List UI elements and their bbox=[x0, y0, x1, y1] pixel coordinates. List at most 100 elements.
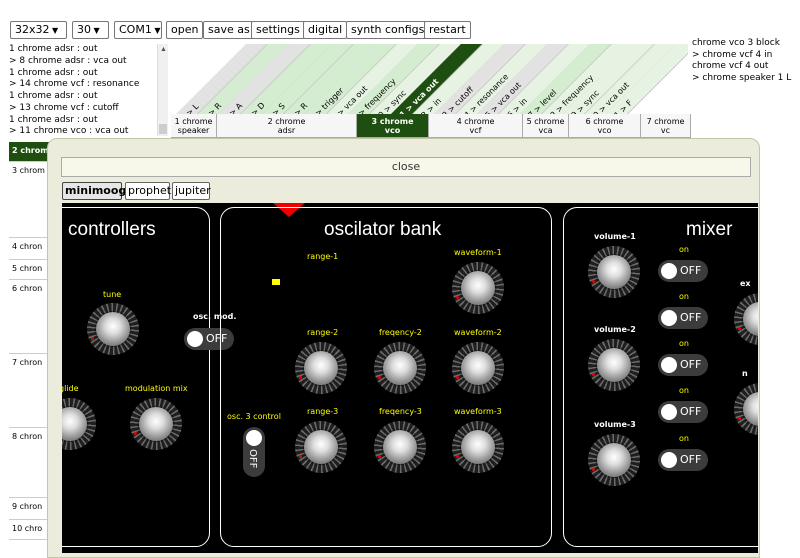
module-node[interactable]: 2 chrome adsr bbox=[217, 114, 357, 138]
save-as-button[interactable]: save as bbox=[203, 21, 255, 39]
waveform-1-knob[interactable] bbox=[452, 262, 504, 314]
port-select[interactable]: COM1 bbox=[114, 21, 162, 39]
log-line: 1 chrome adsr : out bbox=[9, 44, 98, 54]
module-row[interactable]: 4 chron bbox=[9, 238, 49, 260]
waveform-1-label: waveform-1 bbox=[454, 248, 502, 257]
log-line: 1 chrome adsr : out bbox=[9, 114, 98, 125]
restart-button[interactable]: restart bbox=[424, 21, 471, 39]
module-node[interactable]: 4 chrome vcf bbox=[429, 114, 523, 138]
connection-log: 1 chrome adsr : out > 8 chrome adsr : vc… bbox=[9, 44, 157, 136]
volume-1-label: volume-1 bbox=[594, 232, 636, 241]
range-3-knob[interactable] bbox=[295, 421, 347, 473]
rate-select[interactable]: 30 bbox=[72, 21, 109, 39]
module-node[interactable]: 7 chrome vc bbox=[641, 114, 691, 138]
module-node[interactable]: 5 chrome vca bbox=[523, 114, 569, 138]
range-2-knob[interactable] bbox=[295, 342, 347, 394]
on-label: on bbox=[679, 434, 689, 443]
log-line: > 13 chrome vcf : cutoff bbox=[9, 102, 119, 113]
toggle-state: OFF bbox=[680, 405, 702, 418]
freqency-2-knob[interactable] bbox=[374, 342, 426, 394]
module-row[interactable]: 2 chrome bbox=[9, 142, 49, 162]
noise-label: n bbox=[742, 369, 748, 378]
module-node[interactable]: 6 chrome vco bbox=[569, 114, 641, 138]
node-type: vco bbox=[597, 126, 612, 135]
block-log-line: > chrome speaker 1 L bbox=[692, 72, 792, 83]
log-line: > 14 chrome vcf : resonance bbox=[9, 79, 140, 90]
module-row[interactable]: 7 chron bbox=[9, 354, 49, 428]
node-type: vc bbox=[660, 126, 671, 135]
tune-label: tune bbox=[103, 290, 122, 299]
mixer-toggle-2[interactable]: OFF bbox=[658, 307, 708, 329]
module-node[interactable]: 3 chrome vco bbox=[357, 114, 429, 138]
toggle-state: OFF bbox=[680, 264, 702, 277]
toggle-knob bbox=[661, 404, 677, 420]
waveform-3-knob[interactable] bbox=[452, 421, 504, 473]
controllers-section bbox=[62, 207, 210, 547]
tab-jupiter[interactable]: jupiter bbox=[172, 182, 211, 200]
node-name: 1 chrome bbox=[174, 117, 213, 126]
node-type: vcf bbox=[469, 126, 482, 135]
module-row[interactable]: 6 chron bbox=[9, 280, 49, 354]
node-name: 6 chrome bbox=[585, 117, 624, 126]
settings-button[interactable]: settings bbox=[251, 21, 305, 39]
module-row[interactable]: 8 chron bbox=[9, 428, 49, 498]
open-button[interactable]: open bbox=[166, 21, 204, 39]
osc-3-control-toggle[interactable]: OFF bbox=[243, 427, 265, 477]
tab-minimoog[interactable]: minimoog bbox=[62, 182, 126, 200]
mixer-toggle-3[interactable]: OFF bbox=[658, 354, 708, 376]
waveform-2-label: waveform-2 bbox=[454, 328, 502, 337]
mixer-title: mixer bbox=[686, 219, 733, 240]
minimoog-panel: controllers tune glide modulation mix os… bbox=[62, 203, 758, 553]
toolbar: 32x32 30 COM1 open save as settings digi… bbox=[0, 0, 800, 42]
node-name: 4 chrome bbox=[456, 117, 495, 126]
volume-3-label: volume-3 bbox=[594, 420, 636, 429]
module-node[interactable]: 1 chrome speaker bbox=[171, 114, 217, 138]
block-log-line: chrome vco 3 block bbox=[692, 38, 780, 48]
connector-label: 1 > L bbox=[179, 101, 201, 114]
toggle-knob bbox=[246, 430, 262, 446]
modulation-mix-label: modulation mix bbox=[125, 384, 188, 393]
close-button[interactable]: close bbox=[61, 157, 751, 177]
node-name: 3 chrome bbox=[371, 117, 414, 126]
module-row[interactable]: 5 chron bbox=[9, 260, 49, 280]
module-row[interactable]: 3 chrom bbox=[9, 162, 49, 238]
volume-3-knob[interactable] bbox=[588, 434, 640, 486]
range-1-label: range-1 bbox=[307, 252, 339, 261]
scroll-thumb[interactable] bbox=[159, 124, 167, 134]
volume-1-knob[interactable] bbox=[588, 246, 640, 298]
toggle-knob bbox=[661, 310, 677, 326]
toggle-knob bbox=[661, 263, 677, 279]
freqency-3-knob[interactable] bbox=[374, 421, 426, 473]
waveform-2-knob[interactable] bbox=[452, 342, 504, 394]
modulation-mix-knob[interactable] bbox=[130, 398, 182, 450]
log-scrollbar[interactable]: ▲ bbox=[157, 44, 168, 136]
module-row[interactable]: 10 chro bbox=[9, 520, 49, 540]
on-label: on bbox=[679, 386, 689, 395]
module-row[interactable]: 9 chron bbox=[9, 498, 49, 520]
toggle-state: OFF bbox=[680, 453, 702, 466]
grid-size-select[interactable]: 32x32 bbox=[10, 21, 67, 39]
log-line: 1 chrome adsr : out bbox=[9, 67, 98, 78]
node-name: 7 chrome bbox=[646, 117, 685, 126]
indicator-icon bbox=[272, 279, 280, 285]
block-log: chrome vco 3 block > chrome vcf 4 in chr… bbox=[692, 38, 800, 84]
tab-prophet[interactable]: prophet bbox=[125, 182, 171, 200]
digital-button[interactable]: digital bbox=[303, 21, 348, 39]
toggle-knob bbox=[187, 331, 203, 347]
toggle-state: OFF bbox=[680, 311, 702, 324]
toggle-knob bbox=[661, 357, 677, 373]
volume-2-knob[interactable] bbox=[588, 339, 640, 391]
mixer-toggle-5[interactable]: OFF bbox=[658, 449, 708, 471]
synth-configs-button[interactable]: synth configs bbox=[346, 21, 430, 39]
scroll-up-icon[interactable]: ▲ bbox=[160, 46, 167, 53]
node-type: speaker bbox=[177, 126, 210, 135]
toggle-state: OFF bbox=[247, 449, 258, 469]
range-3-label: range-3 bbox=[307, 407, 339, 416]
freqency-3-label: freqency-3 bbox=[379, 407, 422, 416]
node-name: 2 chrome bbox=[267, 117, 306, 126]
mixer-toggle-4[interactable]: OFF bbox=[658, 401, 708, 423]
tune-knob[interactable] bbox=[87, 303, 139, 355]
log-line: > 8 chrome adsr : vca out bbox=[9, 55, 127, 66]
synth-config-overlay: close minimoog prophet jupiter controlle… bbox=[47, 138, 760, 558]
mixer-toggle-1[interactable]: OFF bbox=[658, 260, 708, 282]
